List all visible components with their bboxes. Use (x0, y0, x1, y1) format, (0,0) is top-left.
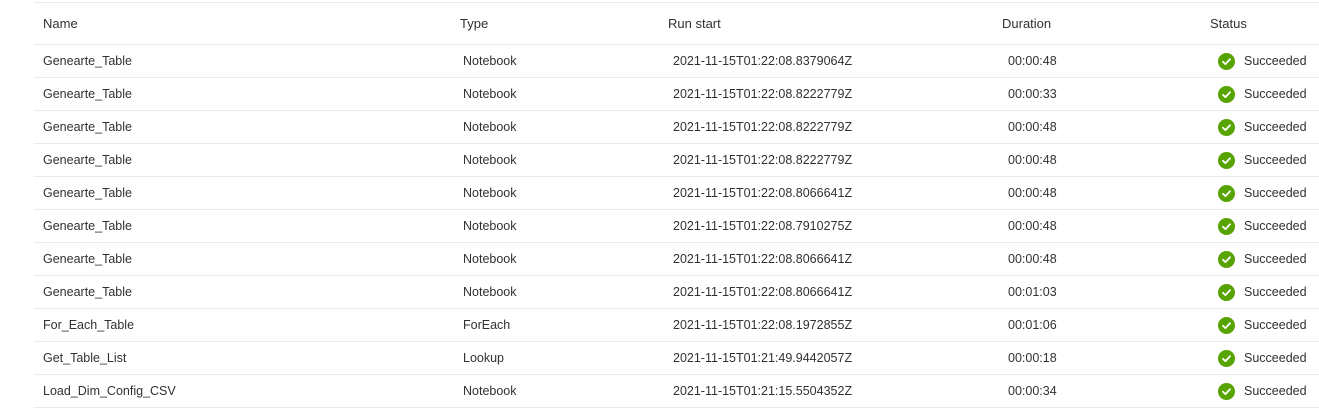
run-duration: 00:00:48 (1008, 153, 1057, 167)
table-row[interactable]: Genearte_Table Notebook 2021-11-15T01:22:0… (34, 243, 1319, 276)
activity-name: Genearte_Table (43, 120, 132, 134)
success-check-icon (1218, 316, 1235, 334)
activity-type: Notebook (463, 87, 517, 101)
status-cell: Succeeded (1218, 45, 1307, 77)
success-check-icon (1218, 283, 1235, 301)
activity-name: Genearte_Table (43, 252, 132, 266)
activity-type: Notebook (463, 252, 517, 266)
success-check-icon (1218, 349, 1235, 367)
activity-type: Notebook (463, 384, 517, 398)
status-cell: Succeeded (1218, 210, 1307, 242)
status-cell: Succeeded (1218, 375, 1307, 407)
table-row[interactable]: Genearte_Table Notebook 2021-11-15T01:22:0… (34, 45, 1319, 78)
activity-type: Notebook (463, 153, 517, 167)
table-row[interactable]: Genearte_Table Notebook 2021-11-15T01:22:0… (34, 111, 1319, 144)
run-duration: 00:00:48 (1008, 186, 1057, 200)
activity-name: Genearte_Table (43, 54, 132, 68)
table-header: Name Type Run start Duration Status (34, 3, 1319, 45)
activity-runs-table: Name Type Run start Duration Status Gene… (34, 2, 1319, 408)
status-label: Succeeded (1244, 318, 1307, 332)
column-header-status[interactable]: Status (1210, 3, 1247, 44)
table-row[interactable]: Genearte_Table Notebook 2021-11-15T01:22:0… (34, 276, 1319, 309)
activity-type: ForEach (463, 318, 511, 332)
success-check-icon (1218, 250, 1235, 268)
column-header-run-start[interactable]: Run start (668, 3, 721, 44)
table-body: Genearte_Table Notebook 2021-11-15T01:22:0… (34, 45, 1319, 408)
status-cell: Succeeded (1218, 276, 1307, 308)
activity-name: Genearte_Table (43, 219, 132, 233)
table-row[interactable]: Genearte_Table Notebook 2021-11-15T01:22:0… (34, 177, 1319, 210)
activity-name: Genearte_Table (43, 186, 132, 200)
table-row[interactable]: Load_Dim_Config_CSV Notebook 2021-11-15T01… (34, 375, 1319, 408)
status-cell: Succeeded (1218, 309, 1307, 341)
run-start-time: 2021-11-15T01:22:08.8066641Z (673, 186, 853, 200)
activity-name: Genearte_Table (43, 153, 132, 167)
success-check-icon (1218, 85, 1235, 103)
run-duration: 00:00:18 (1008, 351, 1057, 365)
status-label: Succeeded (1244, 252, 1307, 266)
run-duration: 00:00:33 (1008, 87, 1057, 101)
table-row[interactable]: Genearte_Table Notebook 2021-11-15T01:22:0… (34, 144, 1319, 177)
activity-type: Notebook (463, 54, 517, 68)
success-check-icon (1218, 382, 1235, 400)
run-duration: 00:00:48 (1008, 120, 1057, 134)
status-label: Succeeded (1244, 54, 1307, 68)
status-label: Succeeded (1244, 120, 1307, 134)
activity-name: Get_Table_List (43, 351, 127, 365)
activity-type: Notebook (463, 219, 517, 233)
activity-type: Notebook (463, 120, 517, 134)
run-duration: 00:01:03 (1008, 285, 1057, 299)
run-start-time: 2021-11-15T01:22:08.8379064Z (673, 54, 853, 68)
activity-name: For_Each_Table (43, 318, 135, 332)
status-label: Succeeded (1244, 219, 1307, 233)
status-label: Succeeded (1244, 153, 1307, 167)
success-check-icon (1218, 184, 1235, 202)
run-start-time: 2021-11-15T01:22:08.1972855Z (673, 318, 853, 332)
run-start-time: 2021-11-15T01:21:49.9442057Z (673, 351, 853, 365)
run-duration: 00:00:34 (1008, 384, 1057, 398)
activity-name: Genearte_Table (43, 87, 132, 101)
table-row[interactable]: Genearte_Table Notebook 2021-11-15T01:22:0… (34, 78, 1319, 111)
run-start-time: 2021-11-15T01:21:15.5504352Z (673, 384, 853, 398)
table-row[interactable]: For_Each_Table ForEach 2021-11-15T01:22:08… (34, 309, 1319, 342)
run-start-time: 2021-11-15T01:22:08.8066641Z (673, 252, 853, 266)
column-header-duration[interactable]: Duration (1002, 3, 1051, 44)
run-start-time: 2021-11-15T01:22:08.8222779Z (673, 87, 853, 101)
status-label: Succeeded (1244, 384, 1307, 398)
column-header-name[interactable]: Name (43, 3, 78, 44)
success-check-icon (1218, 52, 1235, 70)
run-duration: 00:00:48 (1008, 252, 1057, 266)
run-start-time: 2021-11-15T01:22:08.8066641Z (673, 285, 853, 299)
success-check-icon (1218, 217, 1235, 235)
run-duration: 00:00:48 (1008, 54, 1057, 68)
status-cell: Succeeded (1218, 342, 1307, 374)
table-row[interactable]: Genearte_Table Notebook 2021-11-15T01:22:0… (34, 210, 1319, 243)
status-label: Succeeded (1244, 285, 1307, 299)
status-label: Succeeded (1244, 351, 1307, 365)
activity-type: Notebook (463, 186, 517, 200)
run-start-time: 2021-11-15T01:22:08.8222779Z (673, 120, 853, 134)
success-check-icon (1218, 151, 1235, 169)
status-cell: Succeeded (1218, 177, 1307, 209)
status-cell: Succeeded (1218, 111, 1307, 143)
run-duration: 00:01:06 (1008, 318, 1057, 332)
activity-name: Genearte_Table (43, 285, 132, 299)
status-cell: Succeeded (1218, 144, 1307, 176)
table-row[interactable]: Get_Table_List Lookup 2021-11-15T01:21:49.… (34, 342, 1319, 375)
run-start-time: 2021-11-15T01:22:08.7910275Z (673, 219, 853, 233)
status-cell: Succeeded (1218, 78, 1307, 110)
run-start-time: 2021-11-15T01:22:08.8222779Z (673, 153, 853, 167)
activity-type: Notebook (463, 285, 517, 299)
column-header-type[interactable]: Type (460, 3, 488, 44)
activity-name: Load_Dim_Config_CSV (43, 384, 176, 398)
success-check-icon (1218, 118, 1235, 136)
run-duration: 00:00:48 (1008, 219, 1057, 233)
activity-type: Lookup (463, 351, 505, 365)
status-label: Succeeded (1244, 186, 1307, 200)
status-label: Succeeded (1244, 87, 1307, 101)
status-cell: Succeeded (1218, 243, 1307, 275)
